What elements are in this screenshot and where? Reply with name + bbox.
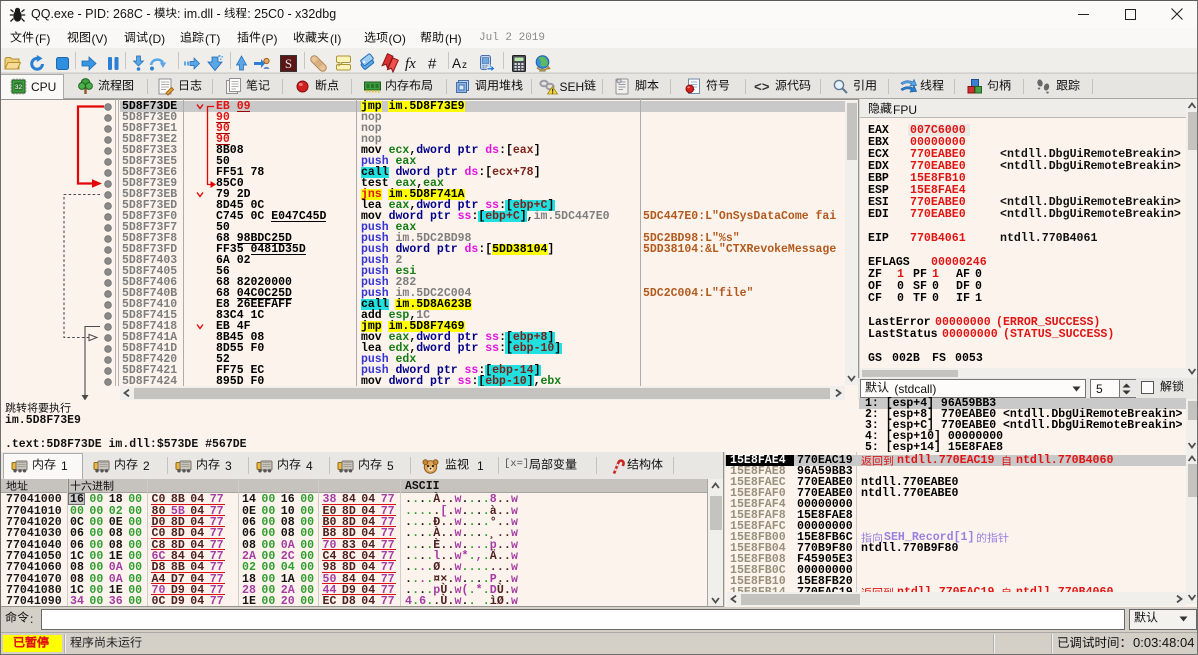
svg-text:32: 32	[15, 84, 23, 91]
svg-text:S: S	[285, 56, 292, 71]
svg-text:#: #	[428, 56, 437, 73]
svg-text:fx: fx	[405, 56, 416, 72]
svg-text:<>: <>	[754, 80, 770, 95]
svg-text:z: z	[462, 60, 467, 71]
svg-text:A: A	[452, 56, 461, 71]
